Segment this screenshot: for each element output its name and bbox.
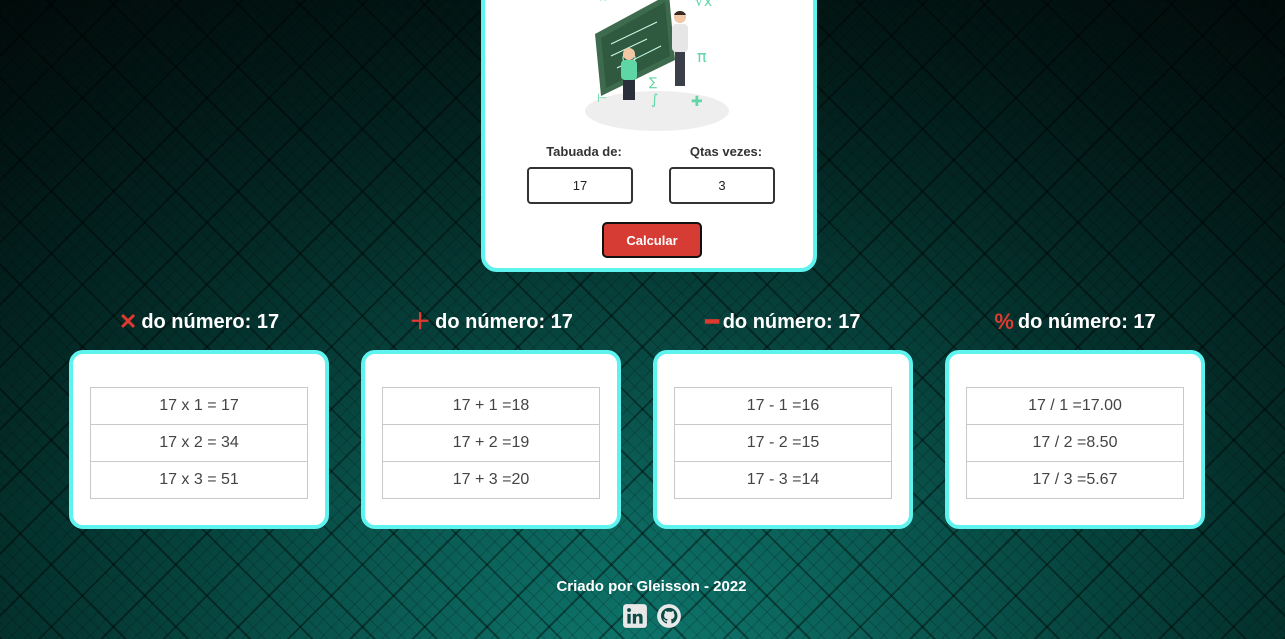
section-title-text: do número: 17 — [1017, 310, 1156, 333]
section-title: % do número: 17 — [945, 310, 1205, 334]
addition-section: ＋ do número: 17 17 + 1 =18 17 + 2 =19 17… — [361, 310, 621, 529]
section-title: ✕ do número: 17 — [69, 310, 329, 334]
result-cell: 17 + 3 =20 — [382, 461, 600, 499]
table-row: 17 / 1 =17.00 — [966, 387, 1184, 425]
result-cell: 17 / 3 =5.67 — [966, 461, 1184, 499]
result-card: 17 / 1 =17.00 17 / 2 =8.50 17 / 3 =5.67 — [945, 350, 1205, 529]
vezes-input[interactable] — [669, 167, 775, 204]
section-title-text: do número: 17 — [141, 310, 280, 333]
github-icon[interactable] — [656, 603, 682, 629]
result-cell: 17 - 1 =16 — [674, 387, 892, 425]
result-cell: 17 x 1 = 17 — [90, 387, 308, 425]
form-card: ∞ √x π ∫ ✚ ⊢ ∑ Tabuada de: Qtas vezes: C… — [481, 0, 817, 272]
result-cell: 17 - 2 =15 — [674, 424, 892, 462]
svg-text:√x: √x — [695, 0, 712, 10]
table-row: 17 x 2 = 34 — [90, 424, 308, 462]
tabuada-input[interactable] — [527, 167, 633, 204]
table-row: 17 + 1 =18 — [382, 387, 600, 425]
result-card: 17 + 1 =18 17 + 2 =19 17 + 3 =20 — [361, 350, 621, 529]
results-table: 17 / 1 =17.00 17 / 2 =8.50 17 / 3 =5.67 — [966, 387, 1184, 499]
result-card: 17 x 1 = 17 17 x 2 = 34 17 x 3 = 51 — [69, 350, 329, 529]
table-row: 17 x 1 = 17 — [90, 387, 308, 425]
section-title: ━ do número: 17 — [653, 310, 913, 334]
section-title-text: do número: 17 — [435, 310, 573, 333]
division-section: % do número: 17 17 / 1 =17.00 17 / 2 =8.… — [945, 310, 1205, 529]
times-icon: ✕ — [118, 309, 138, 334]
footer-credit: Criado por Gleisson - 2022 — [556, 578, 747, 595]
table-row: 17 / 3 =5.67 — [966, 461, 1184, 499]
vezes-label: Qtas vezes: — [689, 144, 763, 159]
result-cell: 17 x 2 = 34 — [90, 424, 308, 462]
tabuada-label: Tabuada de: — [546, 144, 622, 159]
svg-text:∫: ∫ — [651, 92, 658, 108]
result-card: 17 - 1 =16 17 - 2 =15 17 - 3 =14 — [653, 350, 913, 529]
multiplication-section: ✕ do número: 17 17 x 1 = 17 17 x 2 = 34 … — [69, 310, 329, 529]
svg-text:∑: ∑ — [649, 75, 657, 89]
calcular-button[interactable]: Calcular — [602, 222, 702, 258]
table-row: 17 - 1 =16 — [674, 387, 892, 425]
table-row: 17 x 3 = 51 — [90, 461, 308, 499]
svg-text:⊢: ⊢ — [597, 91, 607, 105]
minus-icon: ━ — [705, 309, 719, 334]
table-row: 17 + 3 =20 — [382, 461, 600, 499]
plus-icon: ＋ — [409, 309, 432, 334]
result-cell: 17 / 1 =17.00 — [966, 387, 1184, 425]
table-row: 17 / 2 =8.50 — [966, 424, 1184, 462]
results-table: 17 x 1 = 17 17 x 2 = 34 17 x 3 = 51 — [90, 387, 308, 499]
svg-text:π: π — [697, 47, 707, 66]
svg-text:∞: ∞ — [597, 0, 609, 6]
linkedin-icon[interactable] — [622, 603, 648, 629]
table-row: 17 - 2 =15 — [674, 424, 892, 462]
table-row: 17 - 3 =14 — [674, 461, 892, 499]
table-row: 17 + 2 =19 — [382, 424, 600, 462]
subtraction-section: ━ do número: 17 17 - 1 =16 17 - 2 =15 17… — [653, 310, 913, 529]
result-cell: 17 / 2 =8.50 — [966, 424, 1184, 462]
result-cell: 17 - 3 =14 — [674, 461, 892, 499]
section-title-text: do número: 17 — [722, 310, 861, 333]
results-table: 17 + 1 =18 17 + 2 =19 17 + 3 =20 — [382, 387, 600, 499]
section-title: ＋ do número: 17 — [361, 310, 621, 334]
result-cell: 17 + 1 =18 — [382, 387, 600, 425]
result-cell: 17 x 3 = 51 — [90, 461, 308, 499]
math-teacher-illustration: ∞ √x π ∫ ✚ ⊢ ∑ — [585, 0, 729, 131]
result-cell: 17 + 2 =19 — [382, 424, 600, 462]
svg-text:✚: ✚ — [691, 94, 703, 110]
percent-icon: % — [994, 309, 1014, 334]
social-links — [622, 603, 682, 629]
results-table: 17 - 1 =16 17 - 2 =15 17 - 3 =14 — [674, 387, 892, 499]
